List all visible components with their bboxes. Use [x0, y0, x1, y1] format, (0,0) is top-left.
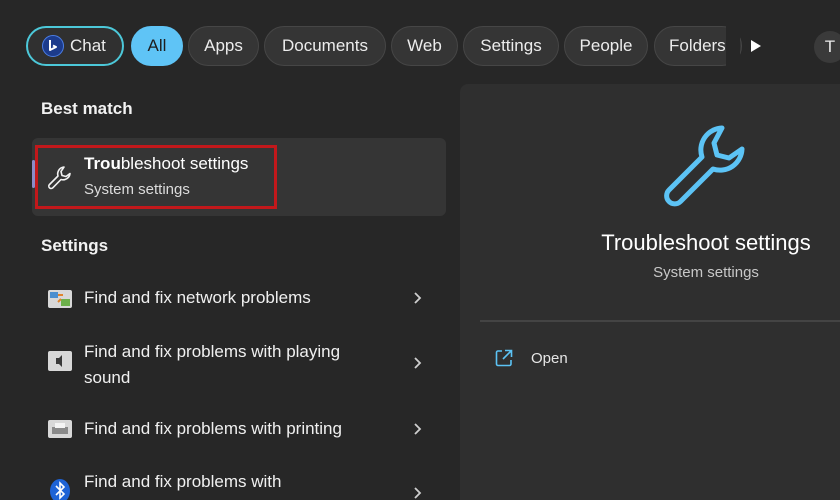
all-filter-label: All	[147, 36, 167, 55]
printer-icon	[48, 420, 72, 438]
preview-subtitle: System settings	[653, 264, 759, 281]
preview-pane	[460, 84, 840, 500]
bing-chat-icon	[42, 35, 64, 57]
bluetooth-icon	[50, 479, 70, 500]
apps-filter-tab[interactable]: Apps	[188, 26, 259, 66]
settings-result-label: Find and fix network problems	[84, 288, 311, 307]
web-filter-tab[interactable]: Web	[391, 26, 458, 66]
settings-result-bluetooth[interactable]: Find and fix problems with	[32, 462, 446, 500]
folders-filter-label: Folders	[669, 36, 726, 55]
chevron-right-icon	[414, 423, 422, 435]
settings-result-label-line1: Find and fix problems with playing	[84, 342, 341, 361]
settings-result-label-line2: sound	[84, 368, 131, 387]
settings-result-printing[interactable]: Find and fix problems with printing	[32, 408, 446, 452]
documents-filter-label: Documents	[282, 36, 368, 55]
settings-filter-tab[interactable]: Settings	[463, 26, 559, 66]
chevron-right-icon	[414, 487, 422, 499]
more-filters-button[interactable]	[742, 33, 770, 59]
wrench-icon	[664, 125, 745, 207]
chat-filter-button[interactable]: Chat	[26, 26, 124, 66]
settings-result-network[interactable]: Find and fix network problems	[32, 276, 446, 322]
documents-filter-tab[interactable]: Documents	[264, 26, 386, 66]
settings-filter-label: Settings	[480, 36, 542, 55]
people-filter-tab[interactable]: People	[564, 26, 648, 66]
open-external-icon	[495, 349, 513, 367]
preview-title: Troubleshoot settings	[601, 230, 811, 255]
avatar-initial: T	[824, 37, 836, 56]
chevron-right-icon	[414, 292, 422, 304]
settings-result-label: Find and fix problems with printing	[84, 419, 342, 438]
best-match-title: Troubleshoot settings	[84, 154, 248, 174]
web-filter-label: Web	[407, 36, 442, 55]
best-match-title-rest: bleshoot settings	[120, 154, 249, 173]
best-match-title-bold: Trou	[84, 154, 121, 173]
all-filter-tab[interactable]: All	[131, 26, 183, 66]
best-match-subtitle: System settings	[84, 181, 190, 198]
apps-filter-label: Apps	[204, 36, 243, 55]
filter-overflow-fade	[726, 24, 740, 68]
settings-result-label: Find and fix problems with	[84, 472, 282, 491]
play-arrow-icon	[751, 40, 761, 52]
settings-result-sound[interactable]: Find and fix problems with playing sound	[32, 336, 446, 392]
search-filter-bar: Chat All Apps Documents Web Settings Peo…	[0, 0, 840, 90]
chat-filter-label: Chat	[70, 36, 106, 55]
wrench-icon	[48, 166, 71, 190]
people-filter-label: People	[579, 36, 633, 55]
preview-divider	[480, 320, 840, 322]
settings-heading: Settings	[41, 236, 109, 255]
open-action-button[interactable]: Open	[531, 350, 568, 367]
best-match-heading: Best match	[41, 99, 133, 118]
sound-troubleshooter-icon	[48, 351, 72, 371]
network-troubleshooter-icon	[48, 290, 72, 308]
user-avatar[interactable]: T	[814, 31, 840, 63]
chevron-right-icon	[414, 357, 422, 369]
